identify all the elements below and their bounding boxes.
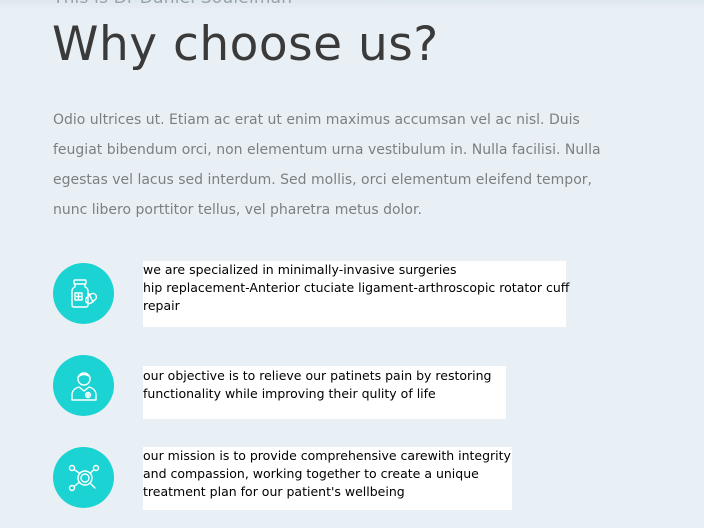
feature-3-line-2: and compassion, working together to crea… — [143, 466, 479, 481]
doctor-icon — [70, 371, 97, 401]
feature-2-line-1: our objective is to relieve our patinets… — [143, 368, 492, 383]
feature-1-line-1: we are specialized in minimally-invasive… — [143, 262, 457, 277]
intro-paragraph: Odio ultrices ut. Etiam ac erat ut enim … — [53, 112, 601, 218]
feature-icon-circle-2 — [53, 355, 114, 416]
feature-text-3: our mission is to provide comprehensive … — [143, 447, 512, 510]
feature-icon-circle-3 — [53, 447, 114, 508]
feature-3-line-3: treatment plan for our patient's wellbei… — [143, 484, 405, 499]
kicker-text: This is Dr Daniel Souleiman — [53, 0, 292, 8]
molecule-magnifier-icon — [68, 464, 99, 491]
feature-text-1: we are specialized in minimally-invasive… — [143, 261, 570, 327]
feature-icon-circle-1 — [53, 263, 114, 324]
feature-text-2: our objective is to relieve our patinets… — [143, 366, 506, 419]
feature-1-line-3: repair — [143, 298, 180, 313]
feature-1-line-2: hip replacement-Anterior ctuciate ligame… — [143, 280, 570, 295]
medicine-bottle-icon — [70, 278, 97, 308]
page-title: Why choose us? — [52, 17, 439, 72]
feature-3-line-1: our mission is to provide comprehensive … — [143, 448, 511, 463]
feature-2-line-2: functionality while improving their quli… — [143, 386, 436, 401]
